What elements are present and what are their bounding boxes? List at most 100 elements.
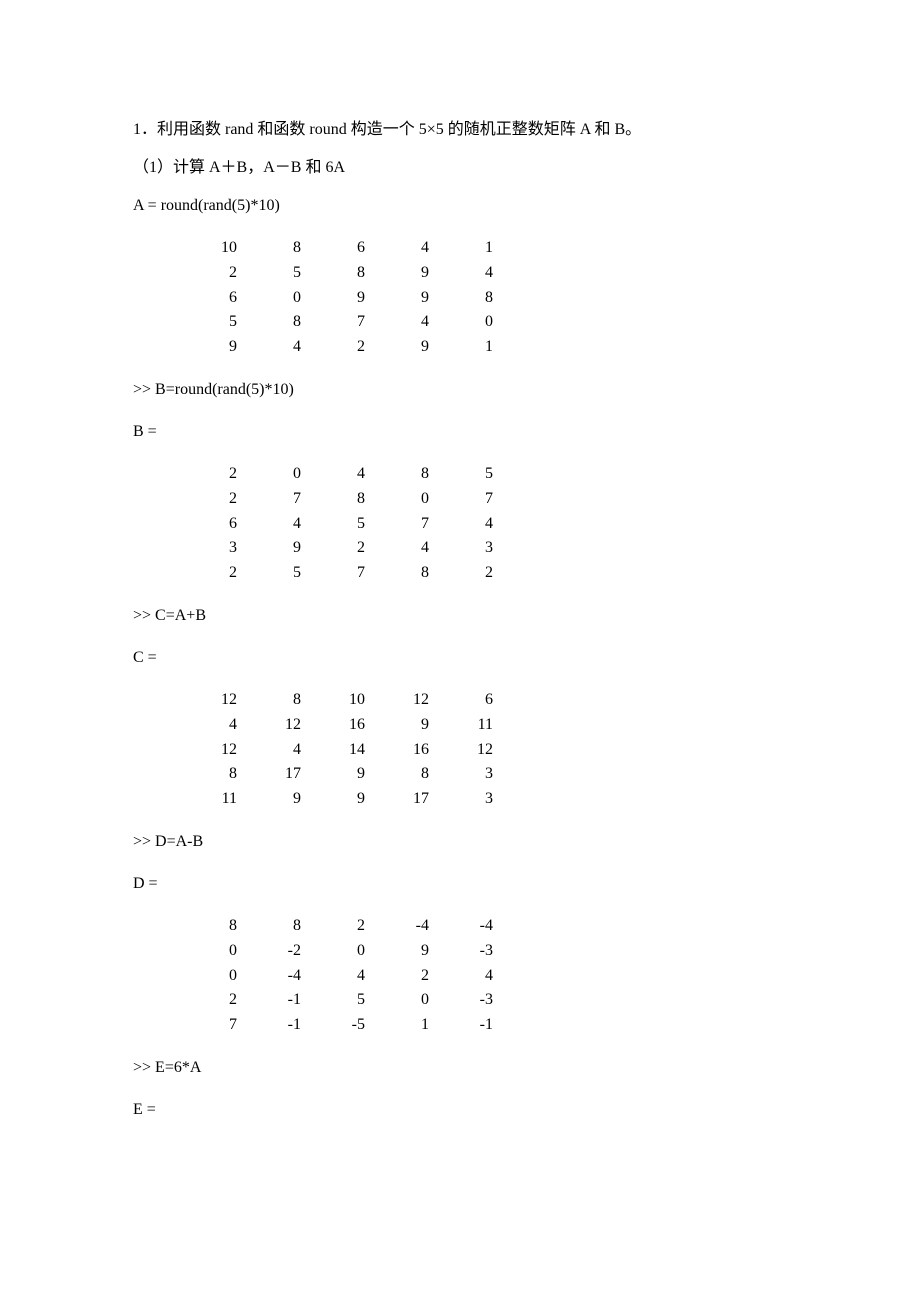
matrix-cell: 10 (307, 688, 371, 713)
matrix-row: 25894 (179, 261, 790, 286)
matrix-cell: 0 (371, 988, 435, 1013)
label-d: D = (133, 872, 790, 896)
matrix-row: 94291 (179, 335, 790, 360)
matrix-cell: 5 (179, 310, 243, 335)
matrix-cell: 4 (435, 512, 499, 537)
matrix-row: 124141612 (179, 738, 790, 763)
matrix-cell: -2 (243, 939, 307, 964)
matrix-cell: 1 (435, 236, 499, 261)
matrix-cell: 8 (179, 762, 243, 787)
matrix-row: 817983 (179, 762, 790, 787)
matrix-cell: 8 (371, 462, 435, 487)
matrix-cell: 8 (371, 762, 435, 787)
matrix-c: 12810126412169111241416128179831199173 (179, 688, 790, 812)
matrix-cell: 7 (243, 487, 307, 512)
matrix-cell: 9 (307, 762, 371, 787)
matrix-row: 41216911 (179, 713, 790, 738)
matrix-row: 0-209-3 (179, 939, 790, 964)
matrix-cell: 2 (179, 462, 243, 487)
matrix-cell: -4 (243, 964, 307, 989)
command-a: A = round(rand(5)*10) (133, 194, 790, 218)
matrix-cell: -1 (435, 1013, 499, 1038)
matrix-cell: 9 (179, 335, 243, 360)
matrix-cell: 8 (243, 688, 307, 713)
matrix-a: 10864125894609985874094291 (179, 236, 790, 360)
matrix-cell: 6 (179, 286, 243, 311)
matrix-cell: 9 (371, 286, 435, 311)
matrix-cell: 9 (371, 335, 435, 360)
matrix-cell: 2 (307, 536, 371, 561)
matrix-cell: 17 (243, 762, 307, 787)
matrix-cell: 5 (307, 512, 371, 537)
matrix-cell: 8 (243, 236, 307, 261)
matrix-row: 0-4424 (179, 964, 790, 989)
matrix-row: 64574 (179, 512, 790, 537)
matrix-cell: 4 (371, 536, 435, 561)
matrix-cell: 8 (307, 261, 371, 286)
matrix-cell: 1 (371, 1013, 435, 1038)
matrix-cell: 9 (307, 286, 371, 311)
command-b: >> B=round(rand(5)*10) (133, 378, 790, 402)
matrix-cell: 2 (179, 487, 243, 512)
matrix-cell: 0 (243, 286, 307, 311)
matrix-cell: 12 (179, 738, 243, 763)
matrix-cell: 0 (179, 939, 243, 964)
matrix-cell: 2 (307, 914, 371, 939)
matrix-cell: 4 (243, 512, 307, 537)
matrix-cell: -3 (435, 939, 499, 964)
matrix-cell: 7 (307, 561, 371, 586)
matrix-cell: -5 (307, 1013, 371, 1038)
matrix-cell: 7 (179, 1013, 243, 1038)
matrix-cell: 4 (435, 261, 499, 286)
matrix-cell: 8 (307, 487, 371, 512)
matrix-d: 882-4-40-209-30-44242-150-37-1-51-1 (179, 914, 790, 1038)
matrix-cell: 9 (243, 536, 307, 561)
matrix-cell: -4 (371, 914, 435, 939)
matrix-cell: 4 (371, 236, 435, 261)
matrix-cell: 2 (179, 988, 243, 1013)
command-c: >> C=A+B (133, 604, 790, 628)
matrix-row: 882-4-4 (179, 914, 790, 939)
matrix-cell: 5 (307, 988, 371, 1013)
matrix-row: 1199173 (179, 787, 790, 812)
matrix-cell: 2 (371, 964, 435, 989)
matrix-row: 108641 (179, 236, 790, 261)
matrix-cell: 11 (179, 787, 243, 812)
matrix-cell: 12 (435, 738, 499, 763)
matrix-cell: 10 (179, 236, 243, 261)
matrix-cell: 12 (371, 688, 435, 713)
matrix-cell: 0 (371, 487, 435, 512)
matrix-cell: 0 (243, 462, 307, 487)
matrix-row: 27807 (179, 487, 790, 512)
command-d: >> D=A-B (133, 830, 790, 854)
matrix-cell: 2 (179, 561, 243, 586)
matrix-cell: 0 (179, 964, 243, 989)
matrix-cell: 16 (307, 713, 371, 738)
matrix-cell: 0 (307, 939, 371, 964)
document-page: 1．利用函数 rand 和函数 round 构造一个 5×5 的随机正整数矩阵 … (0, 0, 920, 1180)
matrix-cell: 3 (435, 536, 499, 561)
matrix-cell: 7 (435, 487, 499, 512)
question-1-1: （1）计算 A＋B，A－B 和 6A (133, 156, 790, 180)
matrix-cell: 9 (371, 939, 435, 964)
matrix-cell: 8 (243, 914, 307, 939)
matrix-cell: 4 (179, 713, 243, 738)
matrix-cell: 7 (371, 512, 435, 537)
matrix-cell: 9 (307, 787, 371, 812)
matrix-row: 20485 (179, 462, 790, 487)
matrix-cell: 12 (179, 688, 243, 713)
matrix-row: 39243 (179, 536, 790, 561)
matrix-row: 25782 (179, 561, 790, 586)
matrix-row: 58740 (179, 310, 790, 335)
matrix-cell: 4 (307, 964, 371, 989)
matrix-cell: 11 (435, 713, 499, 738)
matrix-cell: 4 (243, 738, 307, 763)
matrix-cell: 6 (435, 688, 499, 713)
matrix-cell: 4 (307, 462, 371, 487)
matrix-cell: 14 (307, 738, 371, 763)
matrix-row: 7-1-51-1 (179, 1013, 790, 1038)
matrix-cell: -4 (435, 914, 499, 939)
matrix-cell: 8 (435, 286, 499, 311)
matrix-cell: 3 (435, 787, 499, 812)
matrix-cell: 5 (243, 261, 307, 286)
